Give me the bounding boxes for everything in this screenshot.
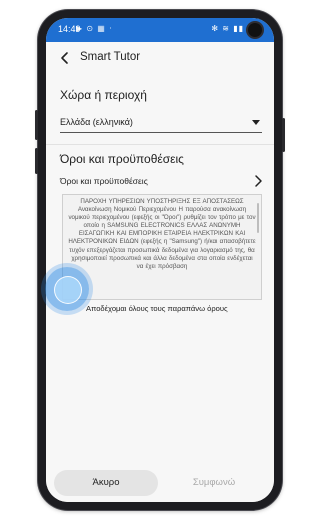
terms-body-text: ΠΑΡΟΧΗ ΥΠΗΡΕΣΙΩΝ ΥΠΟΣΤΗΡΙΞΗΣ ΕΞ ΑΠΟΣΤΑΣΕ… <box>68 198 256 270</box>
terms-link-label: Όροι και προϋποθέσεις <box>60 176 148 186</box>
app-title: Smart Tutor <box>80 51 141 63</box>
region-dropdown[interactable]: Ελλάδα (ελληνικά) <box>60 114 262 133</box>
cancel-button[interactable]: Άκυρο <box>54 470 158 496</box>
terms-scrollbar[interactable] <box>257 203 259 233</box>
touch-indicator-center <box>54 276 82 304</box>
accept-terms-label: Αποδέχομαι όλους τους παραπάνω όρους <box>86 304 228 313</box>
agree-button[interactable]: Συμφωνώ <box>162 470 266 496</box>
front-camera <box>248 23 262 37</box>
terms-heading: Όροι και προϋποθέσεις <box>60 152 184 166</box>
region-selected-value: Ελλάδα (ελληνικά) <box>60 117 133 127</box>
chevron-right-icon <box>255 175 262 187</box>
bottom-action-bar: Άκυρο Συμφωνώ <box>46 462 274 502</box>
section-divider <box>46 144 274 145</box>
notification-icons: ▶ ⊙ ▦ ⋅ <box>76 24 113 33</box>
power-button <box>282 118 285 152</box>
terms-link[interactable]: Όροι και προϋποθέσεις <box>60 174 266 190</box>
status-bar: 14:49 ▶ ⊙ ▦ ⋅ ✻ ≋ ▮▮ <box>46 18 274 42</box>
accept-terms-checkbox[interactable]: Αποδέχομαι όλους τους παραπάνω όρους <box>62 300 268 316</box>
phone-screen: 14:49 ▶ ⊙ ▦ ⋅ ✻ ≋ ▮▮ Smart Tutor Χώρα ή … <box>46 18 274 502</box>
terms-text-box[interactable]: ΠΑΡΟΧΗ ΥΠΗΡΕΣΙΩΝ ΥΠΟΣΤΗΡΙΞΗΣ ΕΞ ΑΠΟΣΤΑΣΕ… <box>62 194 262 300</box>
system-status-icons: ✻ ≋ ▮▮ <box>211 24 244 33</box>
app-bar: Smart Tutor <box>46 42 274 76</box>
arrow-left-icon[interactable] <box>56 49 74 67</box>
region-heading: Χώρα ή περιοχή <box>60 88 147 102</box>
caret-down-icon <box>252 120 260 125</box>
volume-down-button <box>35 148 38 174</box>
volume-up-button <box>35 110 38 140</box>
